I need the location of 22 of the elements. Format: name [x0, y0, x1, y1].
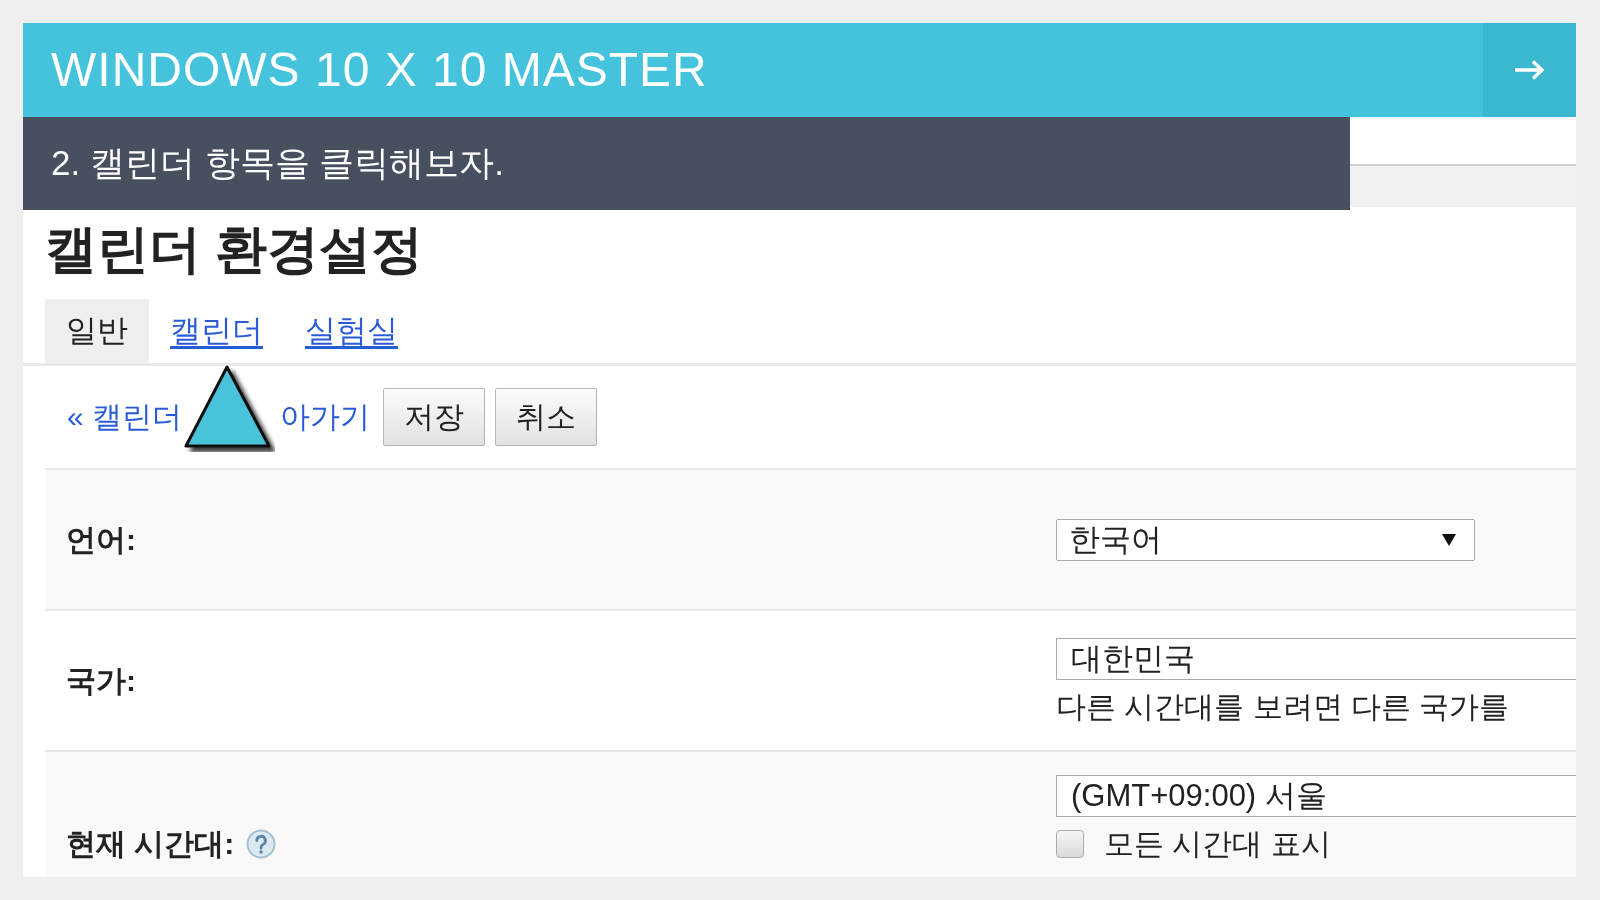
field-label: 현재 시간대: — [66, 827, 235, 861]
back-link[interactable]: 아가기 — [280, 396, 371, 438]
step-caption: 2. 캘린더 항목을 클릭해보자. — [23, 117, 1350, 210]
dropdown-field[interactable]: 한국어 — [1056, 518, 1475, 561]
caret-icon — [1442, 533, 1456, 546]
tab[interactable]: 일반 — [45, 299, 149, 363]
checkbox[interactable] — [1056, 830, 1084, 858]
field-label: 언어: — [66, 522, 136, 557]
save-button[interactable]: 저장 — [383, 388, 486, 446]
input-field[interactable]: (GMT+09:00) 서울 — [1056, 775, 1576, 817]
next-button[interactable] — [1483, 23, 1576, 117]
arrow-right-icon — [1513, 59, 1546, 81]
field-label: 국가: — [66, 663, 136, 698]
checkbox-label: 모든 시간대 표시 — [1104, 827, 1331, 861]
back-link[interactable]: « 캘린더 — [67, 396, 183, 438]
input-field[interactable]: 대한민국 — [1056, 637, 1576, 680]
tab[interactable]: 캘린더 — [149, 299, 284, 363]
page-title: 캘린더 환경설정 — [45, 219, 424, 280]
cancel-button[interactable]: 취소 — [495, 388, 598, 446]
header-title: WINDOWS 10 X 10 MASTER — [51, 43, 708, 97]
tab[interactable]: 실험실 — [284, 299, 419, 363]
hint-text: 다른 시간대를 보려면 다른 국가를 — [1056, 689, 1510, 724]
